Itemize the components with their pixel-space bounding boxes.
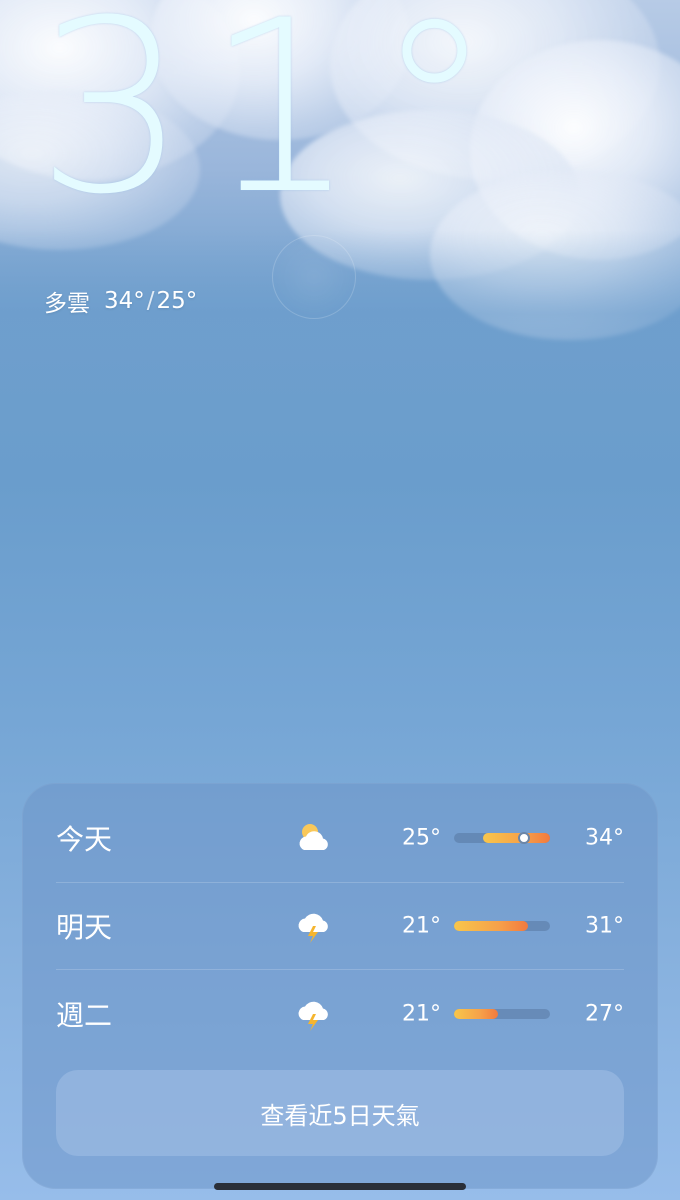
current-temperature-marker	[518, 832, 531, 844]
forecast-low: 21°	[402, 913, 441, 939]
current-condition: 多雲 34° / 25°	[44, 284, 197, 318]
forecast-day-label: 週二	[56, 999, 113, 1032]
range-separator: /	[146, 288, 155, 314]
forecast-row-tuesday[interactable]: 週二 21° 27°	[56, 971, 624, 1057]
thunderstorm-icon	[298, 913, 328, 943]
current-temperature: 31°	[36, 0, 512, 247]
condition-label: 多雲	[44, 291, 90, 317]
temperature-range-bar	[454, 921, 550, 931]
high-low-range: 34° / 25°	[104, 288, 197, 314]
temperature-range-fill	[454, 1009, 499, 1019]
thunderstorm-icon	[298, 1001, 328, 1031]
forecast-high: 34°	[585, 825, 624, 851]
partly-cloudy-icon	[299, 824, 328, 850]
sun-glow	[272, 235, 356, 319]
forecast-low: 21°	[402, 1001, 441, 1027]
forecast-day-label: 明天	[56, 911, 113, 944]
temperature-range-fill	[454, 921, 528, 931]
today-low: 25°	[156, 288, 198, 314]
home-indicator[interactable]	[214, 1183, 466, 1190]
forecast-high: 31°	[585, 913, 624, 939]
forecast-row-today[interactable]: 今天 25° 34°	[56, 795, 624, 881]
forecast-high: 27°	[585, 1001, 624, 1027]
divider	[56, 969, 624, 970]
forecast-day-label: 今天	[56, 823, 113, 856]
view-5-day-forecast-button[interactable]: 查看近5日天氣	[56, 1070, 624, 1156]
temperature-range-fill	[482, 833, 550, 843]
temperature-range-bar	[454, 832, 550, 844]
forecast-low: 25°	[402, 825, 441, 851]
forecast-row-tomorrow[interactable]: 明天 21° 31°	[56, 883, 624, 969]
temperature-range-bar	[454, 1009, 550, 1019]
today-high: 34°	[104, 288, 145, 314]
forecast-panel: 今天 25° 34° 明天 21° 31° 週二 21° 27° 查看近5日天氣	[22, 783, 658, 1189]
view-5-day-forecast-label: 查看近5日天氣	[260, 1101, 420, 1130]
